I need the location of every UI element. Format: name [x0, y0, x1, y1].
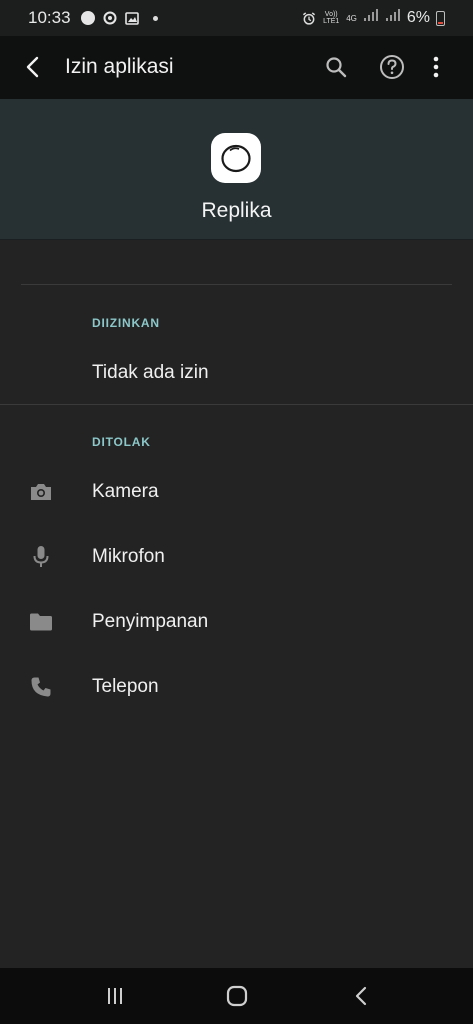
- help-button[interactable]: [377, 52, 407, 82]
- notification-circle-icon: [80, 11, 95, 25]
- back-arrow-icon: [26, 56, 39, 78]
- section-divider: [0, 404, 473, 405]
- microphone-icon: [29, 545, 53, 569]
- more-options-button[interactable]: [421, 52, 451, 82]
- network-type: 4G: [346, 13, 357, 23]
- phone-icon: [29, 675, 53, 699]
- allowed-section-label: DIIZINKAN: [92, 316, 160, 330]
- app-name: Replika: [201, 199, 272, 222]
- signal-icon-2: [385, 9, 401, 27]
- signal-icon-1: [363, 9, 379, 27]
- volte-label: Vo)) LTE1: [323, 11, 340, 25]
- replika-app-icon: [211, 133, 261, 183]
- nav-back-icon: [355, 986, 367, 1006]
- permission-label-microphone: Mikrofon: [92, 546, 165, 567]
- status-right: Vo)) LTE1 4G 6%: [302, 9, 445, 27]
- system-nav-bar: [0, 968, 473, 1024]
- notification-swirl-icon: [103, 11, 117, 25]
- allowed-empty-text: Tidak ada izin: [92, 362, 209, 383]
- folder-icon: [29, 610, 53, 634]
- permission-row-microphone[interactable]: Mikrofon: [0, 529, 473, 585]
- permission-row-storage[interactable]: Penyimpanan: [0, 594, 473, 650]
- permission-row-camera[interactable]: Kamera: [0, 464, 473, 520]
- camera-icon: [29, 480, 53, 504]
- home-icon: [226, 985, 248, 1007]
- permission-label-phone: Telepon: [92, 676, 159, 697]
- permission-label-camera: Kamera: [92, 481, 159, 502]
- battery-icon: [436, 10, 445, 26]
- status-bar: 10:33 Vo)) LTE1 4G 6%: [0, 0, 473, 36]
- app-bar: Izin aplikasi: [0, 36, 473, 99]
- denied-section-label: DITOLAK: [92, 435, 151, 449]
- permission-label-storage: Penyimpanan: [92, 611, 209, 632]
- notification-image-icon: [124, 11, 139, 25]
- nav-back-button[interactable]: [345, 980, 377, 1012]
- notification-more-dot: [152, 15, 158, 21]
- help-icon: [380, 55, 404, 79]
- home-button[interactable]: [221, 980, 253, 1012]
- header-divider: [21, 284, 452, 285]
- search-icon: [326, 57, 347, 78]
- notification-icons: [80, 11, 158, 25]
- back-button[interactable]: [18, 52, 48, 82]
- permission-row-phone[interactable]: Telepon: [0, 659, 473, 715]
- recent-apps-icon: [108, 988, 122, 1004]
- battery-percent: 6%: [406, 9, 430, 26]
- egg-logo-icon: [221, 144, 251, 173]
- recent-apps-button[interactable]: [99, 980, 131, 1012]
- alarm-icon: [302, 11, 316, 25]
- page-title: Izin aplikasi: [65, 55, 174, 78]
- status-time: 10:33: [28, 8, 71, 27]
- more-vert-icon: [433, 56, 439, 78]
- allowed-empty-row: Tidak ada izin: [0, 345, 473, 401]
- search-button[interactable]: [321, 52, 351, 82]
